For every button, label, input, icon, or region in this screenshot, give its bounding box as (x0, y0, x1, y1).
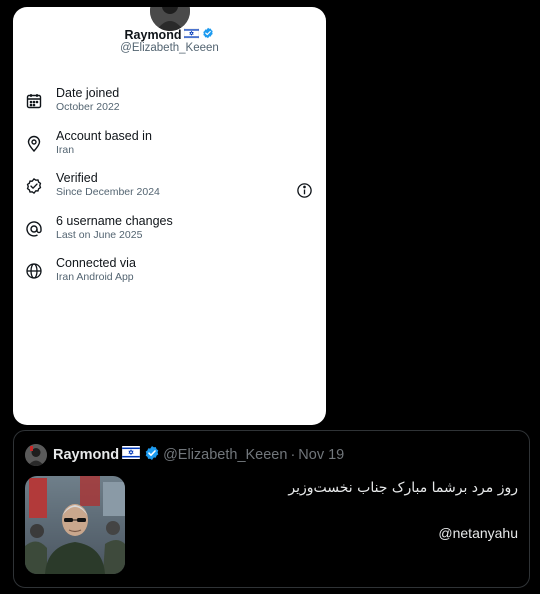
profile-name: Raymond (124, 27, 182, 42)
israel-flag-icon (184, 27, 200, 42)
tweet-media-photo[interactable] (25, 476, 125, 574)
globe-icon (25, 262, 43, 280)
tweet-header: Raymond @Elizabeth_Keeen · Nov 19 (25, 444, 344, 466)
about-account-card: Raymond @Elizabeth_Keeen Date joined Oct… (13, 7, 326, 425)
verified-badge-icon (202, 27, 214, 42)
info-icon[interactable] (296, 182, 313, 199)
account-info-list: Date joined October 2022 Account based i… (13, 86, 326, 299)
info-row-connected-via: Connected via Iran Android App (13, 256, 326, 299)
verified-badge-outline-icon (25, 177, 43, 195)
tweet-card[interactable]: Raymond @Elizabeth_Keeen · Nov 19 روز مر… (13, 430, 530, 588)
at-sign-icon (25, 220, 43, 238)
israel-flag-icon (122, 446, 140, 464)
info-title: 6 username changes (56, 213, 173, 228)
info-subtitle: Since December 2024 (56, 186, 160, 198)
info-title: Date joined (56, 86, 120, 100)
location-pin-icon (25, 135, 43, 153)
info-title: Verified (56, 171, 98, 185)
calendar-icon (25, 92, 43, 110)
tweet-text: روز مرد برشما مبارک جناب نخست‌وزیر (288, 480, 518, 496)
profile-handle: @Elizabeth_Keeen (120, 42, 219, 54)
tweet-avatar[interactable] (25, 444, 47, 466)
info-row-verified: Verified Since December 2024 (13, 171, 326, 214)
info-row-date-joined: Date joined October 2022 (13, 86, 326, 129)
tweet-author-name[interactable]: Raymond (53, 447, 119, 463)
info-subtitle: Last on June 2025 (56, 228, 143, 241)
info-title: Connected via (56, 256, 136, 270)
info-subtitle: Iran Android App (56, 271, 134, 283)
tweet-separator: · (290, 447, 296, 463)
info-title: Account based in (56, 128, 152, 143)
info-row-account-based-in: Account based in Iran (13, 129, 326, 172)
info-subtitle: October 2022 (56, 101, 120, 113)
tweet-mention-link[interactable]: @netanyahu (438, 523, 518, 543)
info-row-username-changes: 6 username changes Last on June 2025 (13, 214, 326, 257)
tweet-date[interactable]: Nov 19 (298, 447, 344, 463)
profile-name-row: Raymond (13, 27, 326, 42)
info-subtitle: Iran (56, 143, 75, 156)
tweet-handle[interactable]: @Elizabeth_Keeen (163, 447, 287, 463)
verified-badge-icon (144, 445, 160, 466)
